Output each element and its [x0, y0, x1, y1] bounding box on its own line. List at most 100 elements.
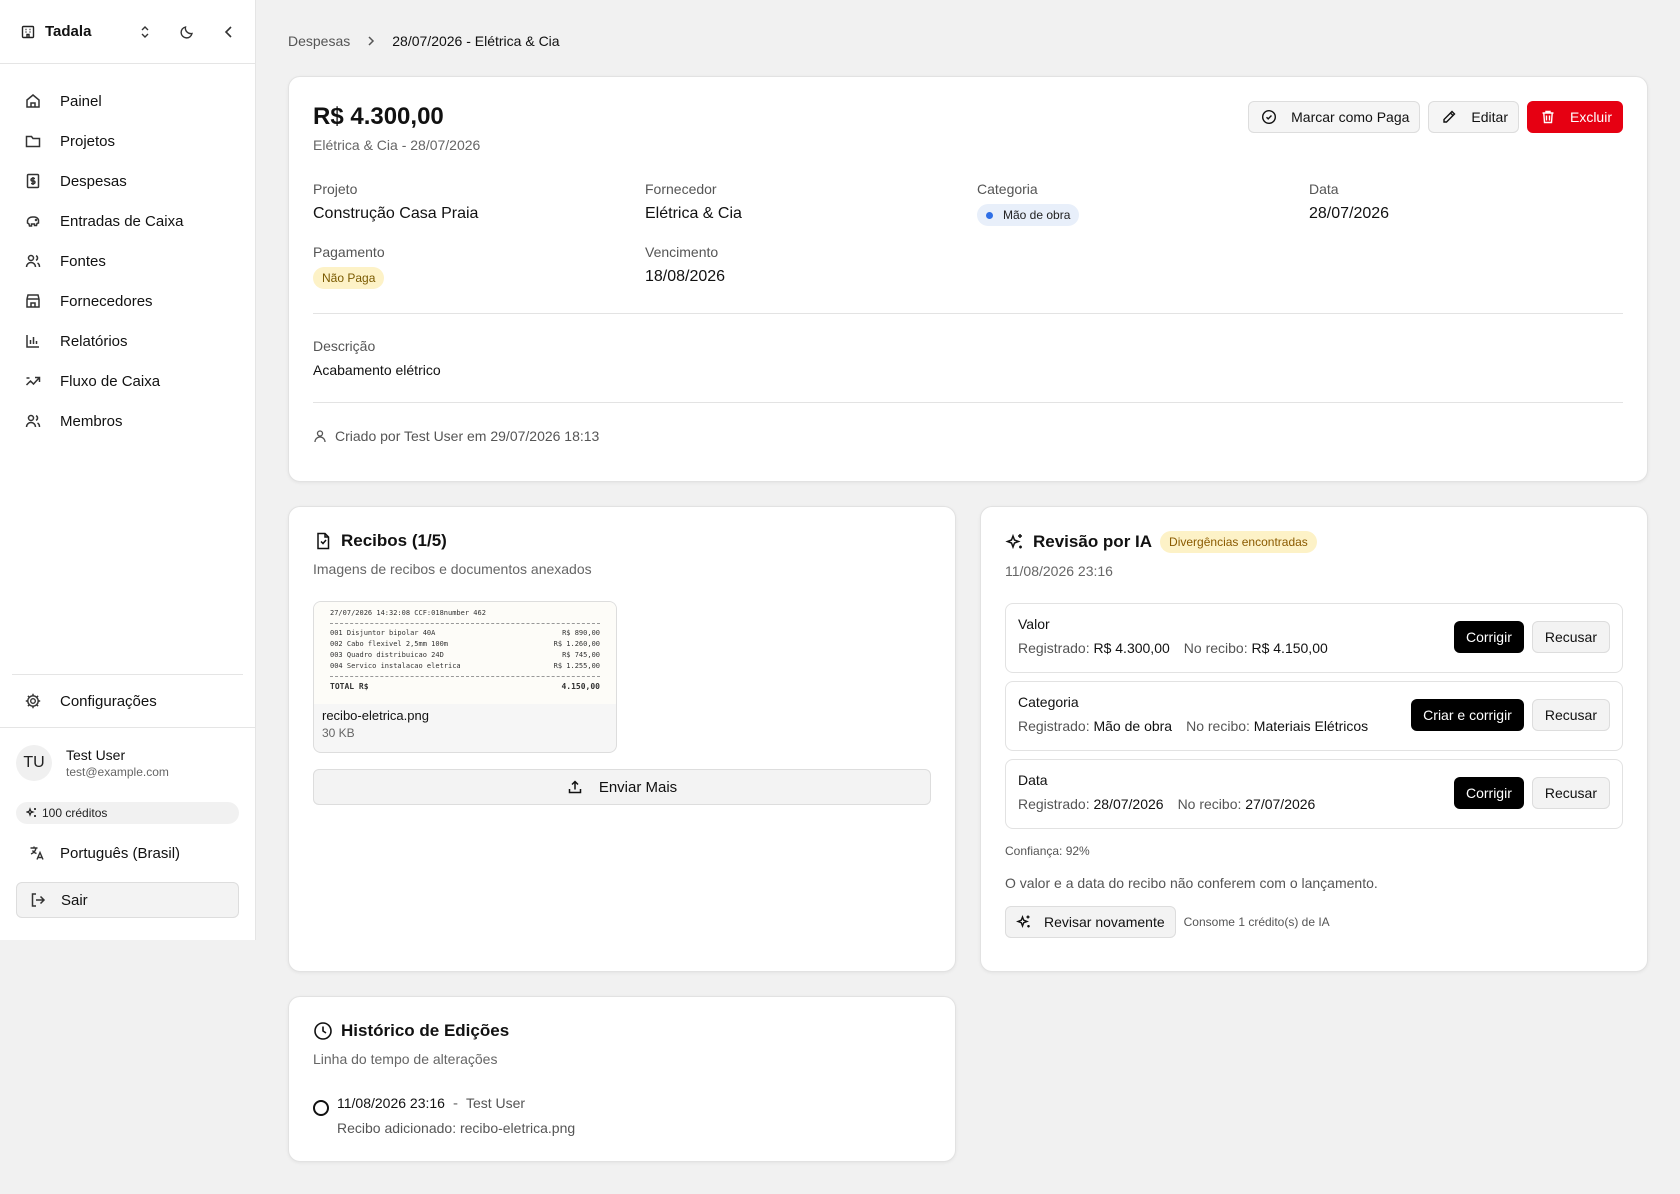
moon-icon[interactable]: [179, 24, 195, 40]
mark-paid-button[interactable]: Marcar como Paga: [1248, 101, 1421, 133]
nav-item-painel[interactable]: Painel: [0, 81, 255, 121]
receipt-value: 27/07/2026: [1245, 796, 1316, 812]
nav-item-relatorios[interactable]: Relatórios: [0, 321, 255, 361]
history-description: Linha do tempo de alterações: [313, 1051, 498, 1067]
receipts-description: Imagens de recibos e documentos anexados: [313, 561, 592, 577]
receipt-line-price: R$ 890,00: [562, 629, 600, 637]
history-card: Histórico de Edições Linha do tempo de a…: [288, 996, 956, 1162]
registered-value: Mão de obra: [1093, 718, 1173, 734]
created-by: Criado por Test User em 29/07/2026 18:13: [313, 428, 1623, 444]
review-item-categoria: Categoria Registrado: Mão de obra No reci…: [1005, 681, 1623, 751]
logout-button[interactable]: Sair: [16, 882, 239, 918]
sidebar: Tadala Painel Projetos Despesas Entradas…: [0, 0, 256, 940]
review-item-actions: Criar e corrigir Recusar: [1411, 699, 1610, 731]
gear-icon: [25, 693, 41, 709]
timeline-dot: [313, 1100, 329, 1116]
upload-more-button[interactable]: Enviar Mais: [313, 769, 931, 805]
receipt-line: 004 Servico instalacao eletrica R$ 1.255,…: [330, 661, 600, 672]
receipt-line-price: R$ 745,00: [562, 651, 600, 659]
user-profile[interactable]: TU Test User test@example.com: [0, 728, 255, 798]
receipt-label: No recibo:: [1186, 718, 1250, 734]
nav-item-fornecedores[interactable]: Fornecedores: [0, 281, 255, 321]
description-value: Acabamento elétrico: [313, 362, 441, 378]
rerun-review-button[interactable]: Revisar novamente: [1005, 906, 1176, 938]
review-item-actions: Corrigir Recusar: [1453, 777, 1610, 809]
field-label: Projeto: [313, 181, 358, 197]
settings-link[interactable]: Configurações: [0, 675, 255, 727]
nav-item-entradas-de-caixa[interactable]: Entradas de Caixa: [0, 201, 255, 241]
ai-summary: O valor e a data do recibo não conferem …: [1005, 875, 1378, 891]
receipt-line-item: 004 Servico instalacao eletrica: [330, 662, 461, 670]
receipt-total-label: TOTAL R$: [330, 682, 369, 691]
chevrons-up-down-icon[interactable]: [137, 24, 153, 40]
due-value: 18/08/2026: [645, 268, 726, 285]
ai-review-timestamp: 11/08/2026 23:16: [1005, 563, 1113, 579]
breadcrumb-current: 28/07/2026 - Elétrica & Cia: [392, 33, 560, 49]
nav-item-fluxo-de-caixa[interactable]: Fluxo de Caixa: [0, 361, 255, 401]
logout-label: Sair: [61, 891, 88, 909]
breadcrumb: Despesas 28/07/2026 - Elétrica & Cia: [288, 33, 560, 49]
nav-item-projetos[interactable]: Projetos: [0, 121, 255, 161]
sparkles-icon: [26, 807, 36, 817]
flow-icon: [25, 376, 41, 386]
language-label: Português (Brasil): [60, 844, 181, 862]
history-title: Histórico de Edições: [313, 1021, 931, 1041]
create-and-correct-button[interactable]: Criar e corrigir: [1411, 699, 1524, 731]
nav-item-fontes[interactable]: Fontes: [0, 241, 255, 281]
reject-button[interactable]: Recusar: [1531, 699, 1610, 731]
receipts-card: Recibos (1/5) Imagens de recibos e docum…: [288, 506, 956, 972]
upload-icon: [568, 780, 582, 794]
review-item-actions: Corrigir Recusar: [1453, 621, 1610, 653]
receipt-image: 27/07/2026 14:32:08 CCF:018number 462 00…: [314, 602, 616, 704]
receipt-line: 002 Cabo flexivel 2,5mm 100m R$ 1.260,00: [330, 639, 600, 650]
review-item-valor: Valor Registrado: R$ 4.300,00 No recibo: …: [1005, 603, 1623, 673]
receipt-line: 003 Quadro distribuicao 24D R$ 745,00: [330, 650, 600, 661]
receipt-line-price: R$ 1.255,00: [553, 662, 600, 670]
correct-button[interactable]: Corrigir: [1453, 777, 1524, 809]
app-name[interactable]: Tadala: [45, 23, 111, 40]
field-label: Categoria: [977, 181, 1038, 197]
receipt-thumbnail[interactable]: 27/07/2026 14:32:08 CCF:018number 462 00…: [313, 601, 617, 753]
project-value: Construção Casa Praia: [313, 205, 479, 222]
field-supplier: Fornecedor Elétrica & Cia: [645, 181, 977, 226]
expense-subtitle: Elétrica & Cia - 28/07/2026: [313, 137, 481, 153]
check-circle-icon: [1262, 109, 1277, 125]
piggy-bank-icon: [26, 216, 40, 227]
bar-chart-icon: [26, 335, 39, 348]
date-value: 28/07/2026: [1309, 205, 1390, 222]
field-due: Vencimento 18/08/2026: [645, 244, 977, 289]
ai-review-title: Revisão por IA Divergências encontradas: [1005, 531, 1623, 553]
nav-label: Entradas de Caixa: [60, 212, 184, 230]
chevron-left-icon[interactable]: [221, 24, 237, 40]
nav-item-membros[interactable]: Membros: [0, 401, 255, 441]
nav-item-despesas[interactable]: Despesas: [0, 161, 255, 201]
field-project: Projeto Construção Casa Praia: [313, 181, 645, 226]
registered-label: Registrado:: [1018, 796, 1090, 812]
members-icon: [25, 414, 41, 428]
file-receipt-icon: [317, 532, 330, 550]
receipt-label: No recibo:: [1183, 640, 1248, 656]
category-dot: [986, 211, 993, 219]
payment-status-badge: Não Paga: [313, 267, 385, 289]
edit-label: Editar: [1471, 109, 1508, 125]
edit-button[interactable]: Editar: [1428, 101, 1519, 133]
field-label: Data: [1309, 181, 1339, 197]
nav-label: Painel: [60, 92, 102, 110]
settings-label: Configurações: [60, 692, 157, 710]
delete-button[interactable]: Excluir: [1526, 101, 1623, 133]
reject-button[interactable]: Recusar: [1531, 777, 1610, 809]
trash-icon: [1542, 110, 1554, 124]
language-selector[interactable]: Português (Brasil): [0, 824, 255, 882]
expense-actions: Marcar como Paga Editar Excluir: [1248, 101, 1623, 133]
breadcrumb-parent[interactable]: Despesas: [288, 33, 350, 49]
receipts-title: Recibos (1/5): [313, 531, 931, 551]
mark-paid-label: Marcar como Paga: [1291, 109, 1410, 125]
receipt-file-name: recibo-eletrica.png: [322, 708, 429, 723]
review-item-data: Data Registrado: 28/07/2026 No recibo: 27…: [1005, 759, 1623, 829]
field-label: Vencimento: [645, 244, 719, 260]
receipt-line-item: 002 Cabo flexivel 2,5mm 100m: [330, 640, 449, 648]
avatar: TU: [16, 745, 52, 781]
reject-button[interactable]: Recusar: [1531, 621, 1610, 653]
correct-button[interactable]: Corrigir: [1453, 621, 1524, 653]
history-title-text: Histórico de Edições: [341, 1021, 510, 1040]
